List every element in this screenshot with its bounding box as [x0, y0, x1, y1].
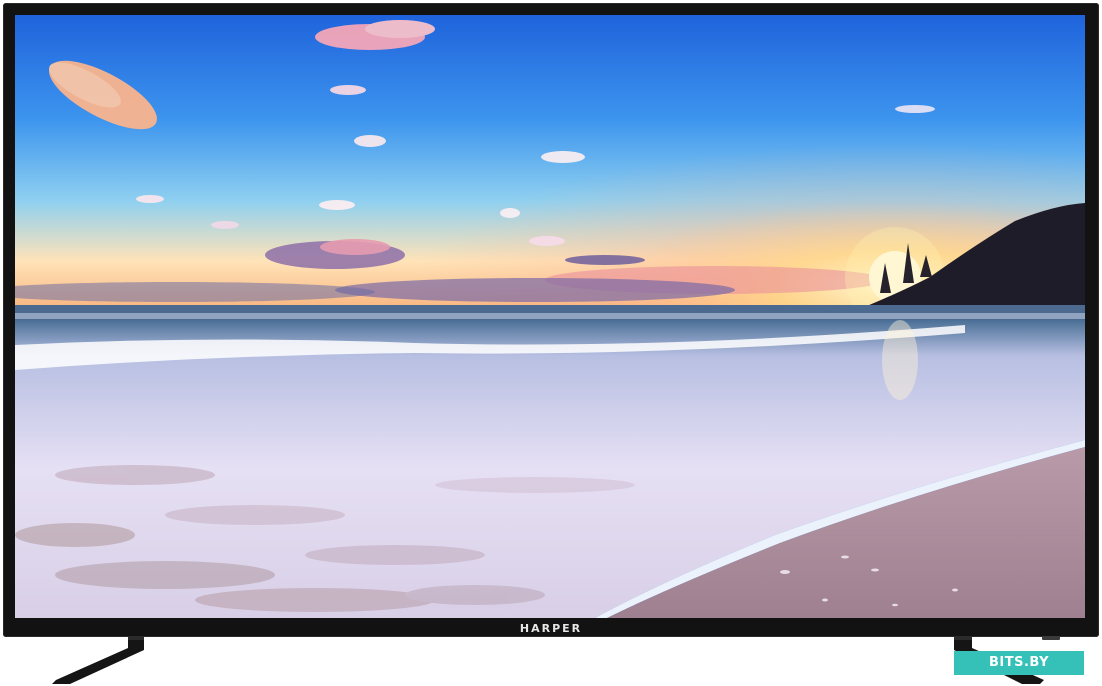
beach-sunset-image [15, 15, 1085, 618]
watermark-badge: BITS.BY [954, 651, 1084, 675]
sun-reflection [882, 320, 918, 400]
tv-screen [15, 15, 1085, 618]
stand-foot-left [52, 636, 144, 684]
tv-product: HARPER [0, 0, 1102, 686]
brand-logo: HARPER [519, 622, 583, 635]
